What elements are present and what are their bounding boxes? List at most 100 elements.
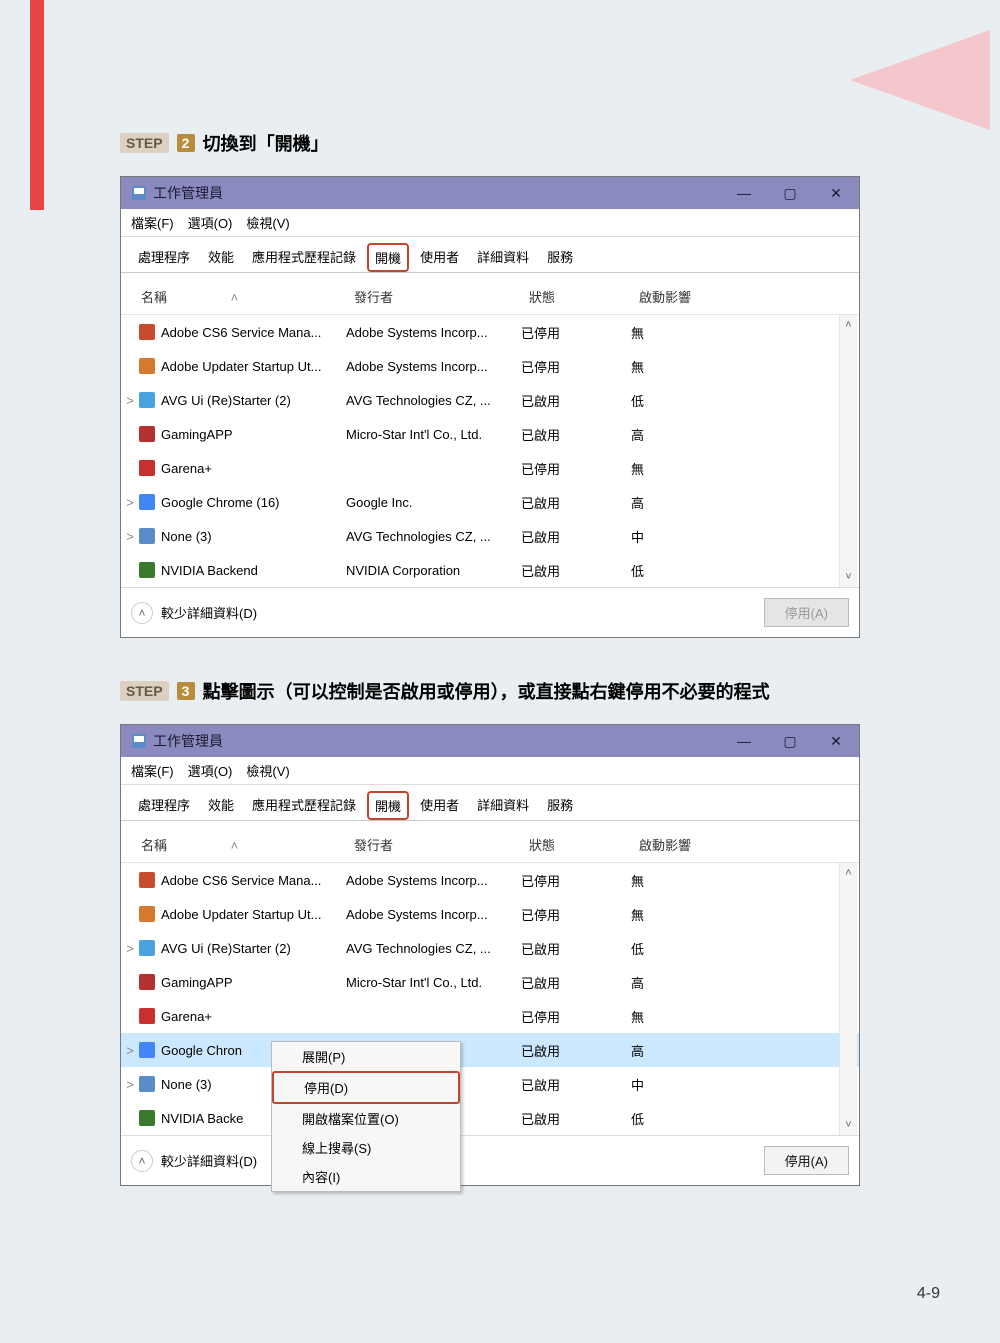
row-impact: 低 [631,391,741,410]
expand-chevron-icon[interactable]: > [121,393,139,408]
row-name: None (3) [161,1077,212,1092]
minimize-button[interactable] [721,177,767,209]
startup-row[interactable]: >None (3)AVG Technologies CZ, ...已啟用中 [121,519,859,553]
ctx-search[interactable]: 線上搜尋(S) [272,1133,460,1162]
startup-row[interactable]: GamingAPPMicro-Star Int'l Co., Ltd.已啟用高 [121,965,859,999]
row-name: Garena+ [161,1009,212,1024]
header-impact[interactable]: 啟動影響 [639,835,749,854]
tab-services[interactable]: 服務 [540,791,580,820]
row-publisher: Adobe Systems Incorp... [346,873,521,888]
expand-chevron-icon[interactable]: > [121,1077,139,1092]
vertical-scrollbar[interactable] [839,315,857,587]
expand-chevron-icon[interactable]: > [121,1043,139,1058]
tab-users[interactable]: 使用者 [413,791,466,820]
row-status: 已停用 [521,871,631,890]
expand-chevron-icon[interactable]: > [121,495,139,510]
window-buttons [721,725,859,757]
vertical-scrollbar[interactable] [839,863,857,1135]
menu-view[interactable]: 檢視(V) [246,761,289,780]
tab-app-history[interactable]: 應用程式歷程記錄 [245,243,363,272]
menu-options[interactable]: 選項(O) [188,213,233,232]
menu-options[interactable]: 選項(O) [188,761,233,780]
row-impact: 高 [631,493,741,512]
app-icon [139,392,155,408]
minimize-button[interactable] [721,725,767,757]
expand-chevron-icon[interactable]: > [121,529,139,544]
ctx-disable[interactable]: 停用(D) [272,1071,460,1104]
close-button[interactable] [813,177,859,209]
tab-details[interactable]: 詳細資料 [470,243,536,272]
startup-row[interactable]: Garena+已停用無 [121,451,859,485]
row-name-cell: None (3) [139,528,346,544]
header-name[interactable]: 名稱 ˄ [129,835,354,854]
startup-row[interactable]: NVIDIA Backeation已啟用低 [121,1101,859,1135]
ctx-properties[interactable]: 內容(I) [272,1162,460,1191]
window-title: 工作管理員 [153,183,721,203]
startup-row[interactable]: >AVG Ui (Re)Starter (2)AVG Technologies … [121,931,859,965]
app-icon [139,872,155,888]
tab-startup[interactable]: 開機 [367,243,409,272]
ctx-open-loc[interactable]: 開啟檔案位置(O) [272,1104,460,1133]
tab-details[interactable]: 詳細資料 [470,791,536,820]
header-impact[interactable]: 啟動影響 [639,287,749,306]
menu-file[interactable]: 檔案(F) [131,761,174,780]
app-icon [139,974,155,990]
tab-users[interactable]: 使用者 [413,243,466,272]
menu-view[interactable]: 檢視(V) [246,213,289,232]
maximize-button[interactable] [767,725,813,757]
startup-row[interactable]: GamingAPPMicro-Star Int'l Co., Ltd.已啟用高 [121,417,859,451]
header-status[interactable]: 狀態 [529,835,639,854]
row-status: 已啟用 [521,1041,631,1060]
tab-processes[interactable]: 處理程序 [131,243,197,272]
fewer-details-label[interactable]: 較少詳細資料(D) [161,603,257,622]
startup-row[interactable]: NVIDIA BackendNVIDIA Corporation已啟用低 [121,553,859,587]
column-headers: 名稱 ˄ 發行者 狀態 啟動影響 [121,273,859,315]
startup-row[interactable]: >None (3)ies CZ, ...已啟用中 [121,1067,859,1101]
startup-list-2: Adobe CS6 Service Mana...Adobe Systems I… [121,863,859,1135]
app-icon [139,528,155,544]
tab-performance[interactable]: 效能 [201,791,241,820]
disable-button[interactable]: 停用(A) [764,598,849,627]
row-impact: 中 [631,527,741,546]
fewer-details-icon[interactable] [131,1150,153,1172]
tab-app-history[interactable]: 應用程式歷程記錄 [245,791,363,820]
row-publisher: AVG Technologies CZ, ... [346,393,521,408]
row-status: 已啟用 [521,561,631,580]
startup-row[interactable]: >Google Chron已啟用高 [121,1033,859,1067]
expand-chevron-icon[interactable]: > [121,941,139,956]
startup-row[interactable]: Adobe Updater Startup Ut...Adobe Systems… [121,897,859,931]
row-impact: 高 [631,973,741,992]
menubar: 檔案(F) 選項(O) 檢視(V) [121,757,859,785]
column-headers: 名稱 ˄ 發行者 狀態 啟動影響 [121,821,859,863]
startup-row[interactable]: >Google Chrome (16)Google Inc.已啟用高 [121,485,859,519]
tab-services[interactable]: 服務 [540,243,580,272]
tab-performance[interactable]: 效能 [201,243,241,272]
row-impact: 低 [631,1109,741,1128]
fewer-details-icon[interactable] [131,602,153,624]
header-publisher[interactable]: 發行者 [354,287,529,306]
startup-row[interactable]: >AVG Ui (Re)Starter (2)AVG Technologies … [121,383,859,417]
startup-row[interactable]: Adobe CS6 Service Mana...Adobe Systems I… [121,863,859,897]
startup-row[interactable]: Garena+已停用無 [121,999,859,1033]
header-name[interactable]: 名稱 ˄ [129,287,354,306]
row-impact: 低 [631,561,741,580]
menu-file[interactable]: 檔案(F) [131,213,174,232]
tab-processes[interactable]: 處理程序 [131,791,197,820]
startup-row[interactable]: Adobe Updater Startup Ut...Adobe Systems… [121,349,859,383]
row-name: Garena+ [161,461,212,476]
startup-row[interactable]: Adobe CS6 Service Mana...Adobe Systems I… [121,315,859,349]
header-publisher[interactable]: 發行者 [354,835,529,854]
titlebar[interactable]: 工作管理員 [121,177,859,209]
row-name-cell: NVIDIA Backend [139,562,346,578]
ctx-expand[interactable]: 展開(P) [272,1042,460,1071]
maximize-button[interactable] [767,177,813,209]
fewer-details-label[interactable]: 較少詳細資料(D) [161,1151,257,1170]
row-name: Adobe Updater Startup Ut... [161,359,321,374]
row-name-cell: AVG Ui (Re)Starter (2) [139,940,346,956]
row-name: None (3) [161,529,212,544]
disable-button[interactable]: 停用(A) [764,1146,849,1175]
close-button[interactable] [813,725,859,757]
titlebar[interactable]: 工作管理員 [121,725,859,757]
header-status[interactable]: 狀態 [529,287,639,306]
tab-startup[interactable]: 開機 [367,791,409,820]
